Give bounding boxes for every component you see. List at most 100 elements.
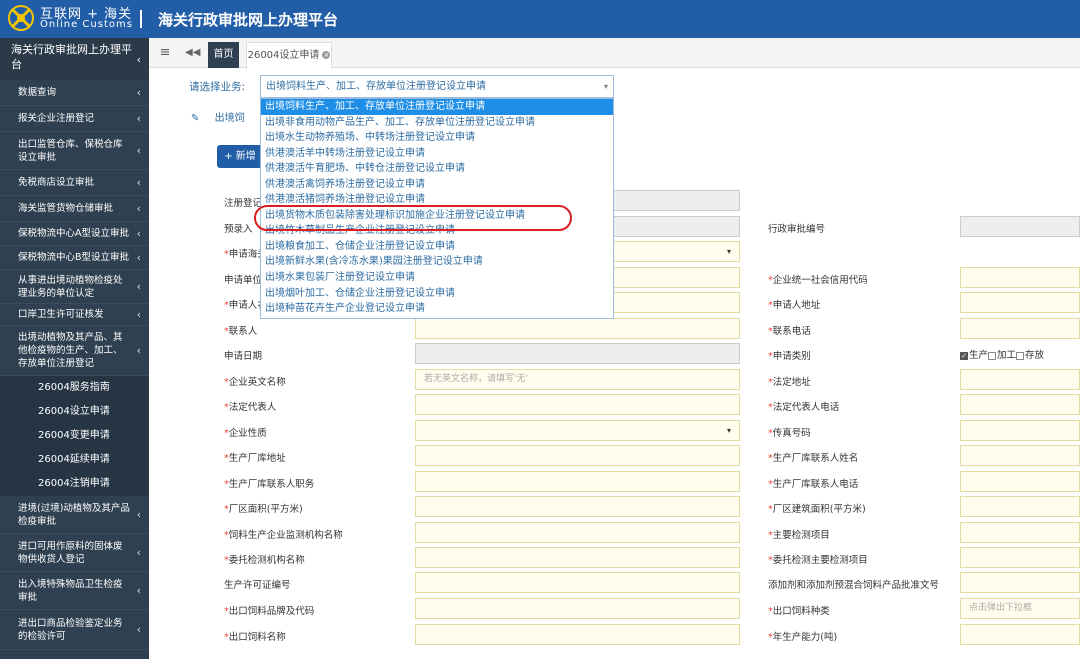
text-field[interactable] xyxy=(960,522,1080,543)
sidebar-item-label: 保税物流中心B型设立审批 xyxy=(18,252,130,263)
text-field[interactable] xyxy=(415,572,740,593)
field-label-text: 注册登记 xyxy=(224,198,263,209)
checkbox[interactable] xyxy=(988,351,997,360)
tab-home[interactable]: 首页 xyxy=(208,42,239,68)
text-field[interactable] xyxy=(960,420,1080,441)
dropdown-option[interactable]: 出境烟叶加工、仓储企业注册登记设立申请 xyxy=(261,286,613,302)
field-label: 申请日期 xyxy=(224,348,262,362)
menu-toggle-icon[interactable]: ≡ xyxy=(157,38,173,68)
dropdown-option[interactable]: 出境饲料生产、加工、存放单位注册登记设立申请 xyxy=(261,99,613,115)
sidebar-item-label: 免税商店设立审批 xyxy=(18,177,95,188)
tab-scroll-left-icon[interactable]: ◀◀ xyxy=(185,38,200,68)
platform-title: 海关行政审批网上办理平台 xyxy=(158,11,339,29)
dropdown-option[interactable]: 供港澳活牛育肥场、中转仓注册登记设立申请 xyxy=(261,161,613,177)
field-label-text: 生产厂库地址 xyxy=(228,453,286,464)
field-label: *传真号码 xyxy=(768,425,811,439)
text-field[interactable] xyxy=(415,445,740,466)
text-field[interactable] xyxy=(960,496,1080,517)
text-field[interactable] xyxy=(960,572,1080,593)
sidebar-subitem[interactable]: 26004设立申请 xyxy=(0,400,149,424)
text-field[interactable] xyxy=(960,318,1080,339)
dropdown-option[interactable]: 供港澳活羊中转场注册登记设立申请 xyxy=(261,146,613,162)
sidebar-item[interactable]: 保税物流中心B型设立审批 ‹ xyxy=(0,246,149,270)
sidebar-item[interactable]: 出口监管仓库、保税仓库设立审批 ‹ xyxy=(0,132,149,170)
dropdown-option[interactable]: 出境水生动物养殖场、中转场注册登记设立申请 xyxy=(261,130,613,146)
text-field[interactable] xyxy=(960,267,1080,288)
checkbox[interactable]: ✓ xyxy=(960,351,968,360)
sidebar-item[interactable]: 海关监管货物仓储审批 ‹ xyxy=(0,196,149,222)
dropdown-option[interactable]: 出境粮食加工、仓储企业注册登记设立申请 xyxy=(261,239,613,255)
sidebar-item[interactable]: 口岸卫生许可证核发 ‹ xyxy=(0,304,149,326)
sidebar-item-label: 进境(过境)动植物及其产品检疫审批 xyxy=(18,502,130,527)
sidebar-item[interactable]: 从事进出境动植物检疫处理业务的单位认定 ‹ xyxy=(0,270,149,304)
sidebar-item[interactable]: 进出口商品检验鉴定业务的检验许可 ‹ xyxy=(0,610,149,650)
sidebar-subitem[interactable]: 26004注销申请 xyxy=(0,472,149,496)
sidebar-item[interactable]: 进境(过境)动植物及其产品检疫审批 ‹ xyxy=(0,496,149,534)
text-field[interactable] xyxy=(960,547,1080,568)
add-button[interactable]: + 新增 xyxy=(217,145,263,168)
field-label-text: 传真号码 xyxy=(772,428,811,439)
field-label: *生产厂库地址 xyxy=(224,450,286,464)
sidebar: 海关行政审批网上办理平台 ‹ 数据查询 ‹ 报关企业注册登记 ‹ 出口监管仓库、保税仓库… xyxy=(0,38,149,659)
field-label: *申请人地址 xyxy=(768,297,820,311)
field-label-text: 法定代表人电话 xyxy=(772,402,840,413)
field-label: 生产许可证编号 xyxy=(224,577,291,591)
text-field[interactable] xyxy=(415,394,740,415)
chevron-left-icon: ‹ xyxy=(136,226,141,240)
text-field[interactable] xyxy=(960,292,1080,313)
sidebar-subitem[interactable]: 26004变更申请 xyxy=(0,424,149,448)
sidebar-subitem[interactable]: 26004服务指南 xyxy=(0,376,149,400)
field-label-text: 企业英文名称 xyxy=(228,377,286,388)
text-field[interactable] xyxy=(415,624,740,645)
sidebar-item[interactable]: 保税物流中心A型设立审批 ‹ xyxy=(0,222,149,246)
feed-type-field[interactable]: 点击弹出下拉框 xyxy=(960,598,1080,619)
dropdown-option[interactable]: 出境新鲜水果(含冷冻水果)果园注册登记设立申请 xyxy=(261,254,613,270)
sidebar-item[interactable]: 出境动植物及其产品、其他检疫物的生产、加工、存放单位注册登记 ‹ xyxy=(0,326,149,376)
field-label: 行政审批编号 xyxy=(768,221,825,235)
checkbox-label: 存放 xyxy=(1025,350,1045,361)
dropdown-option[interactable]: 出境水果包装厂注册登记设立申请 xyxy=(261,270,613,286)
field-label-text: 申请类别 xyxy=(772,351,811,362)
close-icon[interactable]: × xyxy=(322,51,331,59)
text-field[interactable] xyxy=(415,496,740,517)
text-field[interactable] xyxy=(415,522,740,543)
text-field[interactable] xyxy=(415,318,740,339)
business-select[interactable]: 出境饲料生产、加工、存放单位注册登记设立申请 ▾ xyxy=(260,75,614,98)
text-field[interactable] xyxy=(415,598,740,619)
text-field[interactable] xyxy=(960,369,1080,390)
field-label: *年生产能力(吨) xyxy=(768,629,837,643)
sidebar-item-label: 保税物流中心A型设立审批 xyxy=(18,228,129,239)
dropdown-option[interactable]: 出境种苗花卉生产企业登记设立申请 xyxy=(261,301,613,317)
text-field[interactable] xyxy=(960,445,1080,466)
sidebar-subitem[interactable]: 26004延续申请 xyxy=(0,448,149,472)
field-label: *出口饲料品牌及代码 xyxy=(224,603,314,617)
field-label: *出口饲料名称 xyxy=(224,629,286,643)
checkbox[interactable] xyxy=(1016,351,1025,360)
text-field[interactable] xyxy=(960,394,1080,415)
field-label-text: 出口饲料品牌及代码 xyxy=(228,606,315,617)
chevron-left-icon: ‹ xyxy=(136,250,141,264)
tab-current[interactable]: 26004设立申请 × xyxy=(246,42,332,69)
field-label: *生产厂库联系人电话 xyxy=(768,476,858,490)
enterprise-type-select[interactable]: ▾ xyxy=(415,420,740,441)
sidebar-item[interactable]: 进口可用作原料的固体废物供收货人登记 ‹ xyxy=(0,534,149,572)
text-field[interactable] xyxy=(415,547,740,568)
text-field[interactable] xyxy=(960,624,1080,645)
sidebar-title[interactable]: 海关行政审批网上办理平台 ‹ xyxy=(0,38,149,80)
chevron-left-icon: ‹ xyxy=(136,85,141,99)
checkbox-label: 加工 xyxy=(997,350,1017,361)
sidebar-item[interactable]: 报关企业注册登记 ‹ xyxy=(0,106,149,132)
field-label: *法定代表人电话 xyxy=(768,399,839,413)
tab-bar: ≡ ◀◀ 首页 26004设立申请 × xyxy=(149,38,1080,69)
field-label-text: 联系人 xyxy=(228,326,258,337)
text-field[interactable] xyxy=(415,471,740,492)
form-toolbar: ✎ 出境饲 xyxy=(191,109,271,125)
header-divider xyxy=(140,10,142,28)
text-field[interactable] xyxy=(960,471,1080,492)
dropdown-option[interactable]: 供港澳活禽饲养场注册登记设立申请 xyxy=(261,177,613,193)
dropdown-option[interactable]: 出境非食用动物产品生产、加工、存放单位注册登记设立申请 xyxy=(261,115,613,131)
sidebar-item[interactable]: 数据查询 ‹ xyxy=(0,80,149,106)
english-name-field[interactable]: 若无英文名称，请填写'无' xyxy=(415,369,740,390)
sidebar-item[interactable]: 出入境特殊物品卫生检疫审批 ‹ xyxy=(0,572,149,610)
sidebar-item[interactable]: 免税商店设立审批 ‹ xyxy=(0,170,149,196)
